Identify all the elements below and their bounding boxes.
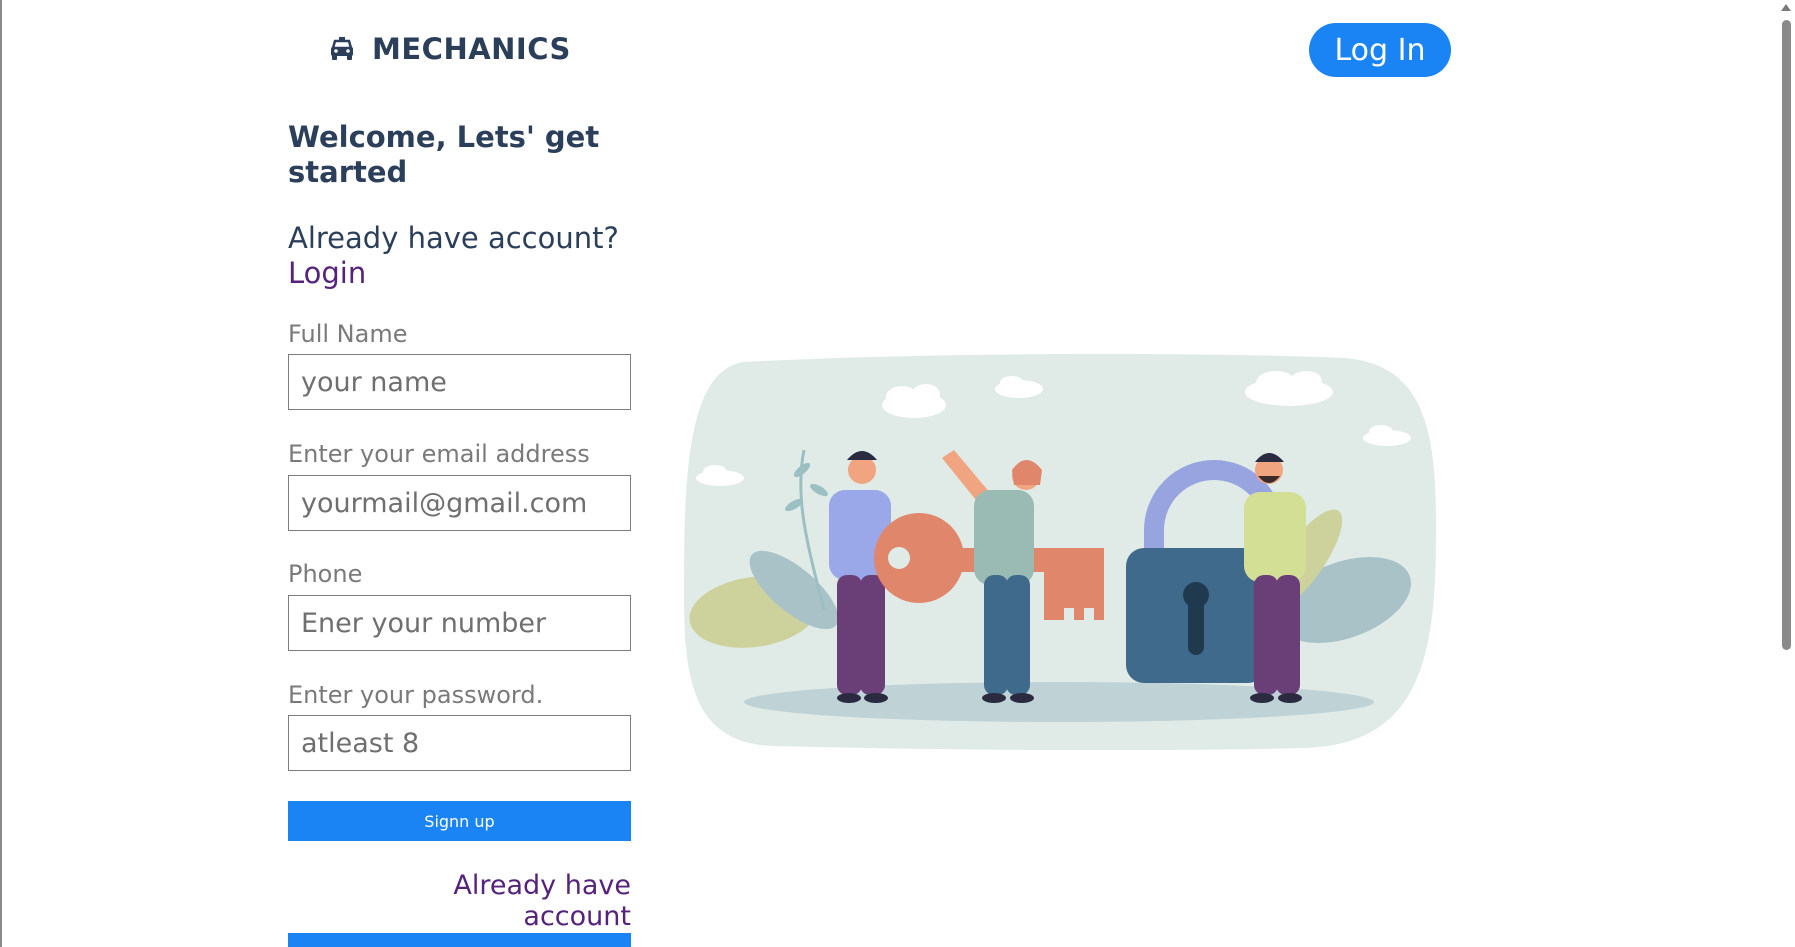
password-label: Enter your password.: [288, 681, 544, 709]
login-button[interactable]: Log In: [1309, 23, 1451, 77]
brand-logo[interactable]: MECHANICS: [328, 32, 571, 66]
password-input[interactable]: [288, 715, 631, 771]
secondary-button-partial[interactable]: [288, 933, 631, 947]
email-label: Enter your email address: [288, 440, 590, 468]
full-name-input[interactable]: [288, 354, 631, 410]
signup-button[interactable]: Signn up: [288, 801, 631, 841]
login-link[interactable]: Login: [288, 256, 648, 291]
window-edge: [0, 0, 2, 947]
scroll-up-arrow-icon[interactable]: [1781, 4, 1791, 11]
brand-name: MECHANICS: [372, 32, 571, 66]
already-have-account-link[interactable]: Already have account: [348, 870, 631, 932]
phone-input[interactable]: [288, 595, 631, 651]
full-name-label: Full Name: [288, 320, 408, 348]
email-input[interactable]: [288, 475, 631, 531]
car-icon: [331, 37, 353, 60]
phone-label: Phone: [288, 560, 363, 588]
signup-page: MECHANICS Log In Welcome, Lets' get star…: [0, 0, 1795, 947]
key-and-padlock-illustration: [684, 353, 1436, 750]
scrollbar-thumb[interactable]: [1782, 20, 1791, 650]
already-text: Already have account?: [288, 221, 619, 255]
already-have-account-prompt: Already have account? Login: [288, 221, 648, 291]
vertical-scrollbar[interactable]: [1778, 0, 1795, 947]
page-title: Welcome, Lets' get started: [288, 120, 600, 189]
